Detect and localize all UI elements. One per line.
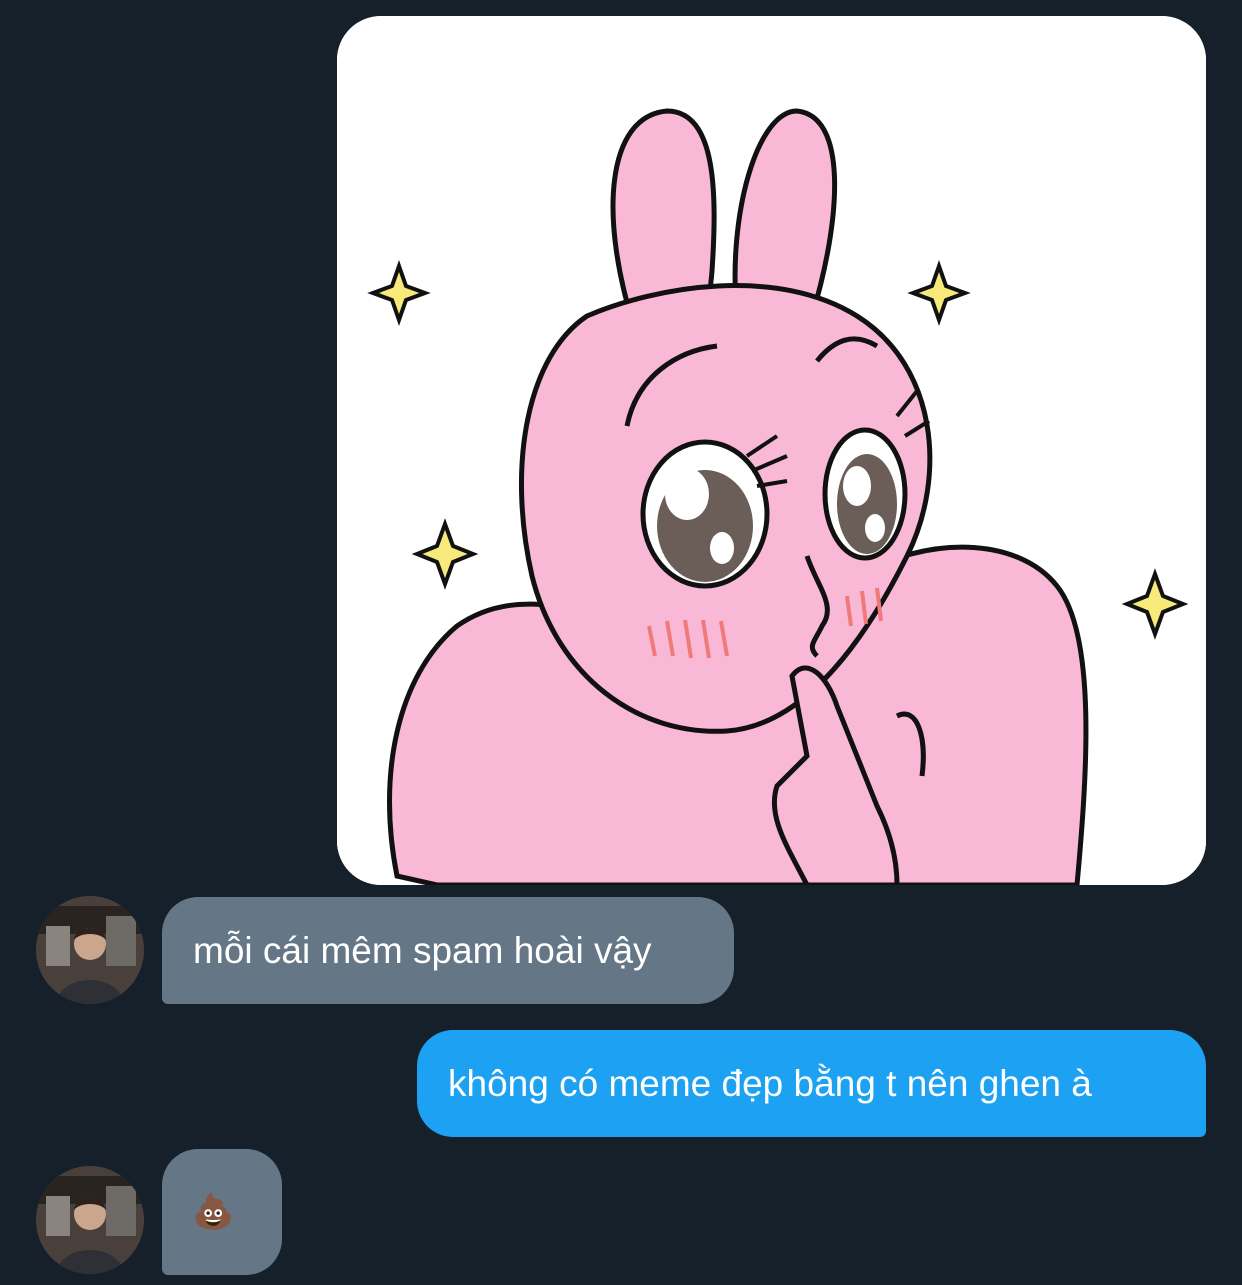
bunny-sticker-image (337, 16, 1206, 885)
avatar[interactable] (36, 1166, 144, 1274)
received-emoji-bubble[interactable]: 💩 (162, 1149, 282, 1275)
avatar-photo-icon (36, 896, 144, 1004)
message-text: mỗi cái mêm spam hoài vậy (193, 929, 652, 971)
avatar[interactable] (36, 896, 144, 1004)
received-message-bubble[interactable]: mỗi cái mêm spam hoài vậy (162, 897, 734, 1004)
avatar-photo-icon (36, 1166, 144, 1274)
conversation-view: mỗi cái mêm spam hoài vậy không có meme … (0, 0, 1242, 1285)
pile-of-poo-icon: 💩 (192, 1193, 235, 1231)
message-text: không có meme đẹp bằng t nên ghen à (448, 1062, 1092, 1104)
sticker-message[interactable] (337, 16, 1206, 885)
sent-message-bubble[interactable]: không có meme đẹp bằng t nên ghen à (417, 1030, 1206, 1137)
